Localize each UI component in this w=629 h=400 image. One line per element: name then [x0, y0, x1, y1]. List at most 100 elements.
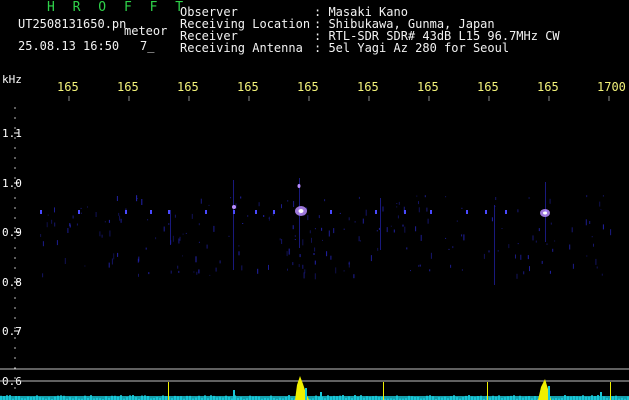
noise-dot — [445, 237, 447, 239]
noise-dot — [463, 234, 465, 241]
signal-meter-bar — [174, 395, 176, 400]
noise-dot — [155, 237, 157, 240]
noise-dot — [501, 228, 503, 229]
noise-dot — [330, 255, 332, 260]
signal-meter-bar — [576, 396, 578, 400]
echo-dot — [430, 210, 432, 214]
noise-dot — [586, 255, 588, 257]
echo-dot — [273, 210, 275, 214]
noise-dot — [593, 243, 594, 247]
signal-meter-bar — [330, 396, 332, 400]
noise-dot — [263, 215, 265, 217]
signal-meter-bar — [615, 395, 617, 400]
noise-dot — [198, 241, 200, 243]
signal-meter-bar — [147, 396, 149, 400]
signal-meter-bar — [354, 395, 356, 400]
noise-dot — [600, 209, 602, 211]
signal-meter-bar — [90, 395, 92, 400]
noise-dot — [418, 207, 420, 213]
noise-dot — [311, 237, 312, 243]
noise-dot — [546, 243, 548, 245]
echo-dot — [505, 210, 507, 214]
signal-meter-bar — [564, 395, 566, 400]
noise-dot — [529, 266, 530, 272]
echo-dot — [375, 210, 377, 214]
meteor-echo-2-core — [543, 211, 547, 215]
echo-dot — [125, 210, 127, 214]
noise-dot — [586, 195, 588, 198]
signal-meter-bar — [342, 395, 344, 400]
meteor-trail — [233, 180, 234, 270]
noise-dot — [377, 247, 379, 251]
x-tick-label: 165 — [57, 80, 79, 94]
noise-dot — [416, 195, 418, 197]
signal-meter-bar — [204, 395, 206, 400]
noise-dot — [268, 216, 270, 221]
noise-dot — [419, 264, 421, 267]
signal-meter-bar — [114, 395, 116, 400]
signal-meter-bar — [348, 396, 350, 400]
noise-dot — [456, 220, 458, 222]
meteor-trail — [494, 205, 495, 285]
x-tick-label: 165 — [237, 80, 259, 94]
signal-meter-bar — [189, 395, 191, 400]
noise-dot — [108, 262, 110, 268]
signal-meter-bar — [198, 395, 200, 400]
noise-dot — [95, 212, 97, 217]
noise-dot — [461, 234, 463, 237]
signal-meter-bar — [132, 395, 134, 400]
meteor-echo-3 — [232, 205, 236, 209]
signal-meter-bar — [180, 396, 182, 400]
signal-meter-bar — [591, 395, 593, 400]
noise-dot — [198, 269, 200, 274]
noise-dot — [67, 228, 69, 233]
x-tick-label: 165 — [297, 80, 319, 94]
signal-spike — [305, 388, 307, 400]
noise-dot — [177, 265, 179, 269]
noise-dot — [193, 271, 195, 273]
signal-meter-bar — [519, 395, 521, 400]
echo-dot — [150, 210, 152, 214]
noise-dot — [358, 236, 360, 242]
y-axis-label: kHz — [2, 73, 22, 86]
noise-dot — [424, 195, 426, 198]
noise-dot — [348, 262, 350, 265]
noise-dot — [294, 239, 296, 240]
noise-dot — [111, 258, 113, 265]
x-tick-label: 165 — [417, 80, 439, 94]
signal-meter-bar — [15, 396, 17, 400]
signal-meter-bar — [288, 395, 290, 400]
noise-dot — [448, 248, 450, 250]
noise-dot — [390, 225, 392, 227]
noise-dot — [213, 225, 215, 232]
echo-dot — [233, 210, 235, 214]
signal-meter-bar — [18, 396, 20, 400]
noise-dot — [247, 215, 249, 217]
signal-meter-bar — [333, 395, 335, 400]
signal-meter-bar — [111, 395, 113, 400]
signal-spike — [233, 390, 235, 400]
noise-dot — [528, 197, 530, 199]
noise-dot — [104, 221, 106, 223]
signal-meter-bar — [471, 396, 473, 400]
noise-dot — [258, 202, 260, 207]
signal-meter-bar — [105, 396, 107, 400]
noise-dot — [353, 274, 355, 279]
echo-dot — [168, 210, 170, 214]
noise-dot — [420, 234, 422, 241]
noise-dot — [348, 217, 350, 221]
noise-dot — [279, 238, 281, 241]
noise-dot — [359, 240, 361, 242]
noise-dot — [589, 221, 591, 224]
noise-dot — [343, 228, 345, 230]
signal-marker — [487, 382, 488, 400]
noise-dot — [196, 271, 198, 275]
noise-dot — [206, 244, 208, 249]
signal-meter-bar — [9, 395, 11, 400]
signal-meter-bar — [141, 395, 143, 400]
noise-dot — [238, 245, 240, 247]
x-tick-label: 165 — [537, 80, 559, 94]
noise-dot — [120, 218, 122, 223]
echo-dot — [205, 210, 207, 214]
noise-dot — [541, 260, 543, 264]
